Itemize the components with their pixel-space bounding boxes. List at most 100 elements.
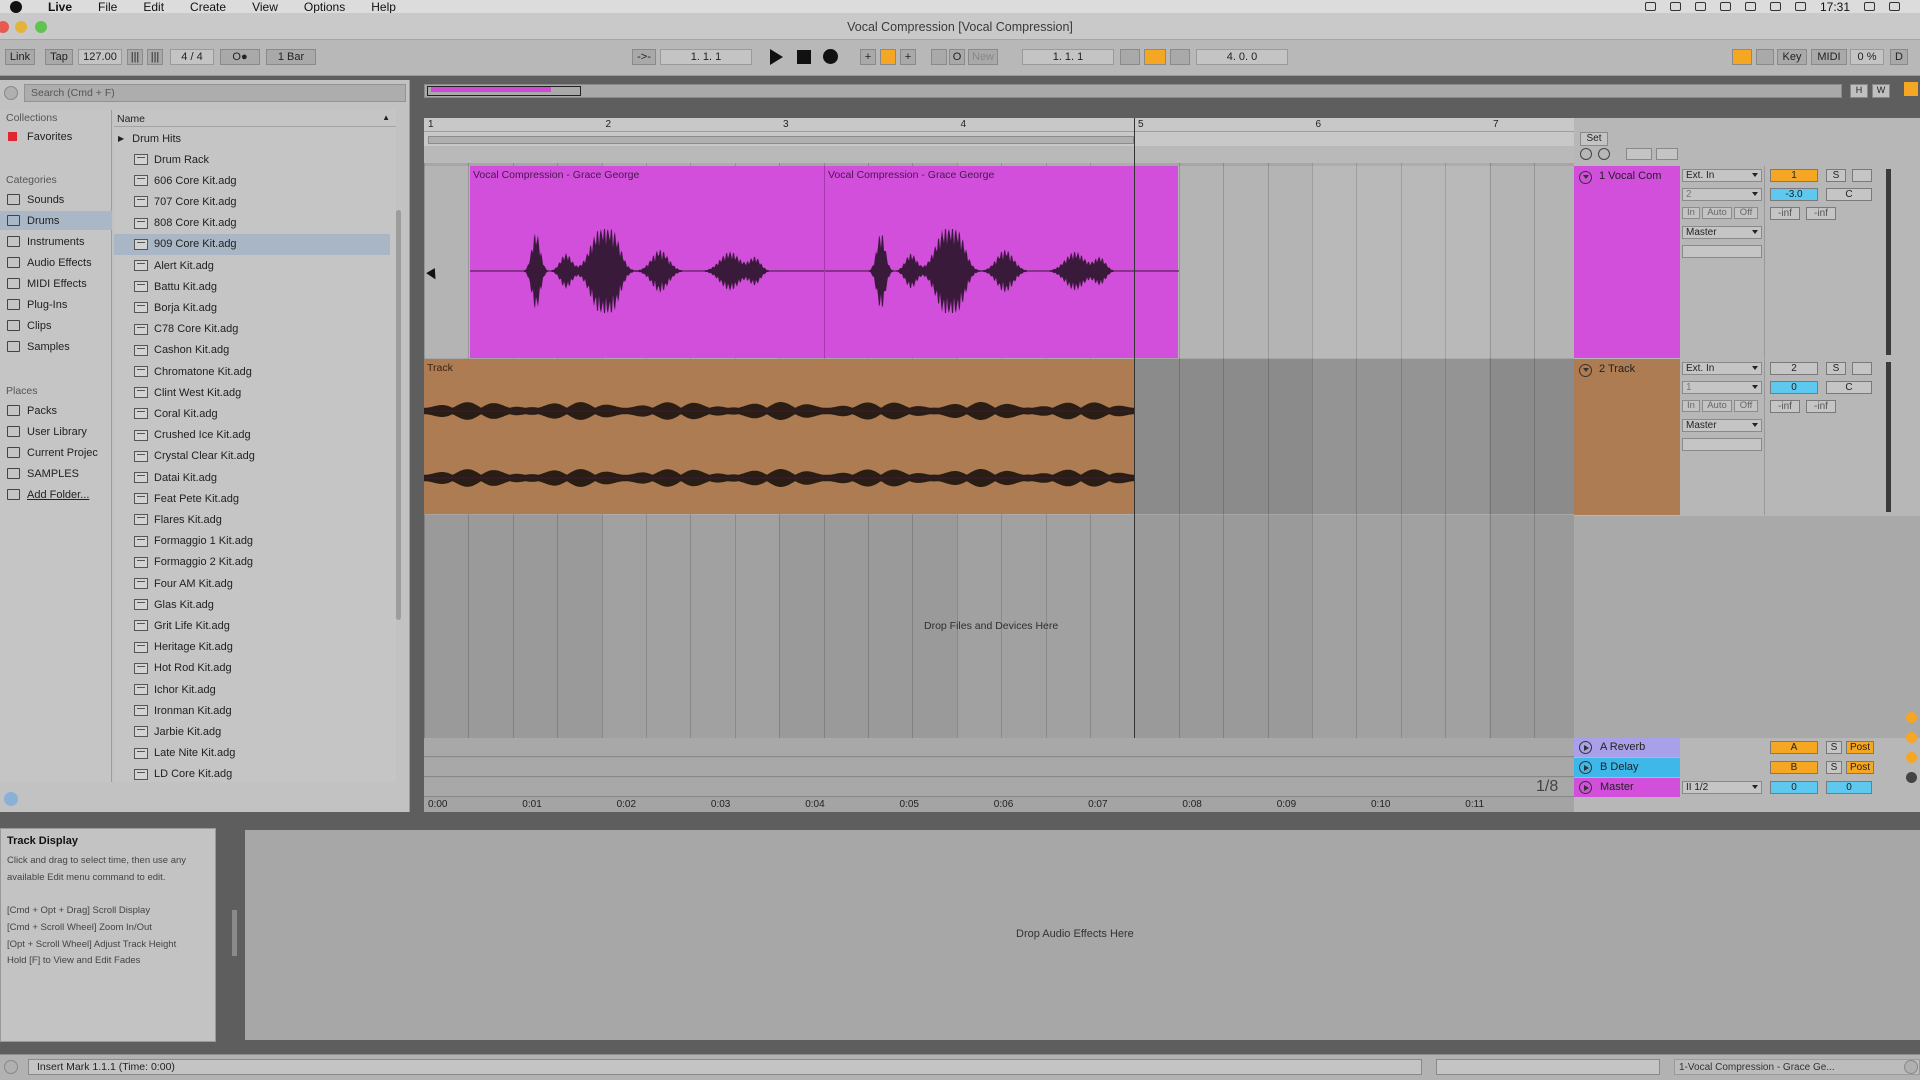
list-item[interactable]: Clint West Kit.adg	[114, 382, 390, 403]
pan-field[interactable]: C	[1826, 188, 1872, 201]
camera-icon[interactable]	[1669, 2, 1681, 11]
loop-brace[interactable]	[428, 136, 1134, 144]
sidebar-item-user-library[interactable]: User Library	[0, 422, 112, 441]
list-item[interactable]: Ichor Kit.adg	[114, 679, 390, 700]
arm-record-icon[interactable]	[1852, 169, 1872, 182]
sidebar-item-samples[interactable]: Samples	[0, 337, 112, 356]
audio-clip-vocal-b[interactable]: Vocal Compression - Grace George	[824, 166, 1179, 358]
menu-live[interactable]: Live	[48, 0, 72, 14]
sidebar-item-audio-effects[interactable]: Audio Effects	[0, 253, 112, 272]
list-item[interactable]: Drum Rack	[114, 149, 390, 170]
volume-field[interactable]: 0	[1770, 381, 1818, 394]
follow-icon[interactable]: ->-	[632, 49, 656, 65]
apple-logo-icon[interactable]	[10, 0, 22, 13]
list-item[interactable]: Feat Pete Kit.adg	[114, 488, 390, 509]
next-locator-icon[interactable]	[1598, 148, 1610, 160]
track-name-area[interactable]: 2 Track	[1574, 359, 1680, 515]
browser-search-input[interactable]: Search (Cmd + F)	[24, 84, 406, 102]
list-item[interactable]: Late Nite Kit.adg	[114, 743, 390, 764]
track-name[interactable]: 2 Track	[1599, 363, 1635, 375]
list-item[interactable]: 707 Core Kit.adg	[114, 191, 390, 212]
return-lane-a[interactable]	[424, 738, 1574, 757]
master-name[interactable]: Master	[1600, 781, 1634, 793]
sidebar-item-add-folder[interactable]: Add Folder...	[0, 485, 112, 504]
list-item[interactable]: Battu Kit.adg	[114, 276, 390, 297]
link-button[interactable]: Link	[5, 49, 35, 65]
master-pan-field[interactable]: 0	[1826, 781, 1872, 794]
list-item[interactable]: Alert Kit.adg	[114, 255, 390, 276]
h-button[interactable]: H	[1850, 84, 1868, 98]
session-record-icon[interactable]: O	[949, 49, 965, 65]
master-name-area[interactable]: Master	[1574, 778, 1680, 797]
sidebar-item-current-project[interactable]: Current Projec	[0, 443, 112, 462]
w-button[interactable]: W	[1872, 84, 1890, 98]
pre-post-button[interactable]: Post	[1846, 741, 1874, 754]
list-item[interactable]: 606 Core Kit.adg	[114, 170, 390, 191]
lock-envelopes-icon[interactable]	[1656, 148, 1678, 160]
sidebar-item-drums[interactable]: Drums	[0, 211, 112, 230]
master-header[interactable]: Master II 1/2 0 0	[1574, 778, 1920, 797]
list-item[interactable]: Flares Kit.adg	[114, 509, 390, 530]
crossfader-toggle-icon[interactable]	[1906, 772, 1917, 783]
empty-header-area[interactable]	[1574, 516, 1920, 738]
info-toggle-icon[interactable]	[4, 1060, 18, 1074]
draw-mode-icon[interactable]	[1732, 49, 1752, 65]
status-selected-clip[interactable]: 1-Vocal Compression - Grace Ge...	[1674, 1059, 1920, 1075]
sidebar-item-clips[interactable]: Clips	[0, 316, 112, 335]
folder-expand-icon[interactable]: ▶	[118, 134, 124, 143]
menu-help[interactable]: Help	[371, 0, 396, 14]
menu-file[interactable]: File	[98, 0, 117, 14]
detail-splitter[interactable]	[232, 910, 237, 956]
sidebar-item-plug-ins[interactable]: Plug-Ins	[0, 295, 112, 314]
menu-options[interactable]: Options	[304, 0, 345, 14]
arrangement-position[interactable]: 1. 1. 1	[660, 49, 752, 65]
record-status-icon[interactable]	[1644, 2, 1656, 11]
wifi-icon[interactable]	[1769, 2, 1781, 11]
return-header-b[interactable]: B Delay B S Post	[1574, 758, 1920, 777]
monitor-auto-button[interactable]: Auto	[1702, 207, 1732, 219]
solo-button[interactable]: S	[1826, 741, 1842, 754]
loop-start-field[interactable]: 1. 1. 1	[1022, 49, 1114, 65]
loop-length-field[interactable]: 4. 0. 0	[1196, 49, 1288, 65]
tempo-field[interactable]: 127.00	[78, 49, 122, 65]
name-column-header[interactable]: Name ▲	[114, 110, 396, 127]
menu-create[interactable]: Create	[190, 0, 226, 14]
overview-viewport[interactable]	[427, 86, 581, 96]
fold-icon[interactable]	[1579, 741, 1592, 754]
list-item[interactable]: 808 Core Kit.adg	[114, 213, 390, 234]
punch-out-icon[interactable]	[1170, 49, 1190, 65]
prev-locator-icon[interactable]	[1580, 148, 1592, 160]
output-select[interactable]: Master	[1682, 226, 1762, 239]
menu-view[interactable]: View	[252, 0, 278, 14]
list-item[interactable]: Formaggio 2 Kit.adg	[114, 552, 390, 573]
sidebar-item-sounds[interactable]: Sounds	[0, 190, 112, 209]
output-channel-select[interactable]	[1682, 245, 1762, 258]
grid-menu-icon[interactable]	[1719, 2, 1731, 11]
browser-toggle-icon[interactable]	[4, 86, 18, 100]
track-activator-button[interactable]: 2	[1770, 362, 1818, 375]
input-type-select[interactable]: Ext. In	[1682, 362, 1762, 375]
cloud-icon[interactable]	[1744, 2, 1756, 11]
list-item[interactable]: 909 Core Kit.adg	[114, 233, 390, 255]
list-item[interactable]: Glas Kit.adg	[114, 594, 390, 615]
list-item[interactable]: Hot Rod Kit.adg	[114, 658, 390, 679]
mixer-toggle-icon[interactable]	[1906, 752, 1917, 763]
volume-icon[interactable]	[1794, 2, 1806, 11]
input-type-select[interactable]: Ext. In	[1682, 169, 1762, 182]
return-header-a[interactable]: A Reverb A S Post	[1574, 738, 1920, 757]
play-icon[interactable]	[770, 49, 783, 65]
stop-icon[interactable]	[797, 50, 811, 64]
list-item[interactable]: Datai Kit.adg	[114, 467, 390, 488]
master-lane[interactable]	[424, 778, 1574, 797]
punch-new-button[interactable]: New	[968, 49, 998, 65]
automation-arm-icon[interactable]	[880, 49, 896, 65]
sidebar-item-packs[interactable]: Packs	[0, 401, 112, 420]
list-item[interactable]: Crystal Clear Kit.adg	[114, 446, 390, 467]
output-select[interactable]: Master	[1682, 419, 1762, 432]
scrub-area[interactable]	[424, 146, 1574, 163]
list-item[interactable]: Four AM Kit.adg	[114, 573, 390, 594]
overdub-icon[interactable]: +	[860, 49, 876, 65]
audio-clip-vocal-a[interactable]: Vocal Compression - Grace George	[470, 166, 824, 358]
list-item[interactable]: Grit Life Kit.adg	[114, 615, 390, 636]
solo-button[interactable]: S	[1826, 362, 1846, 375]
